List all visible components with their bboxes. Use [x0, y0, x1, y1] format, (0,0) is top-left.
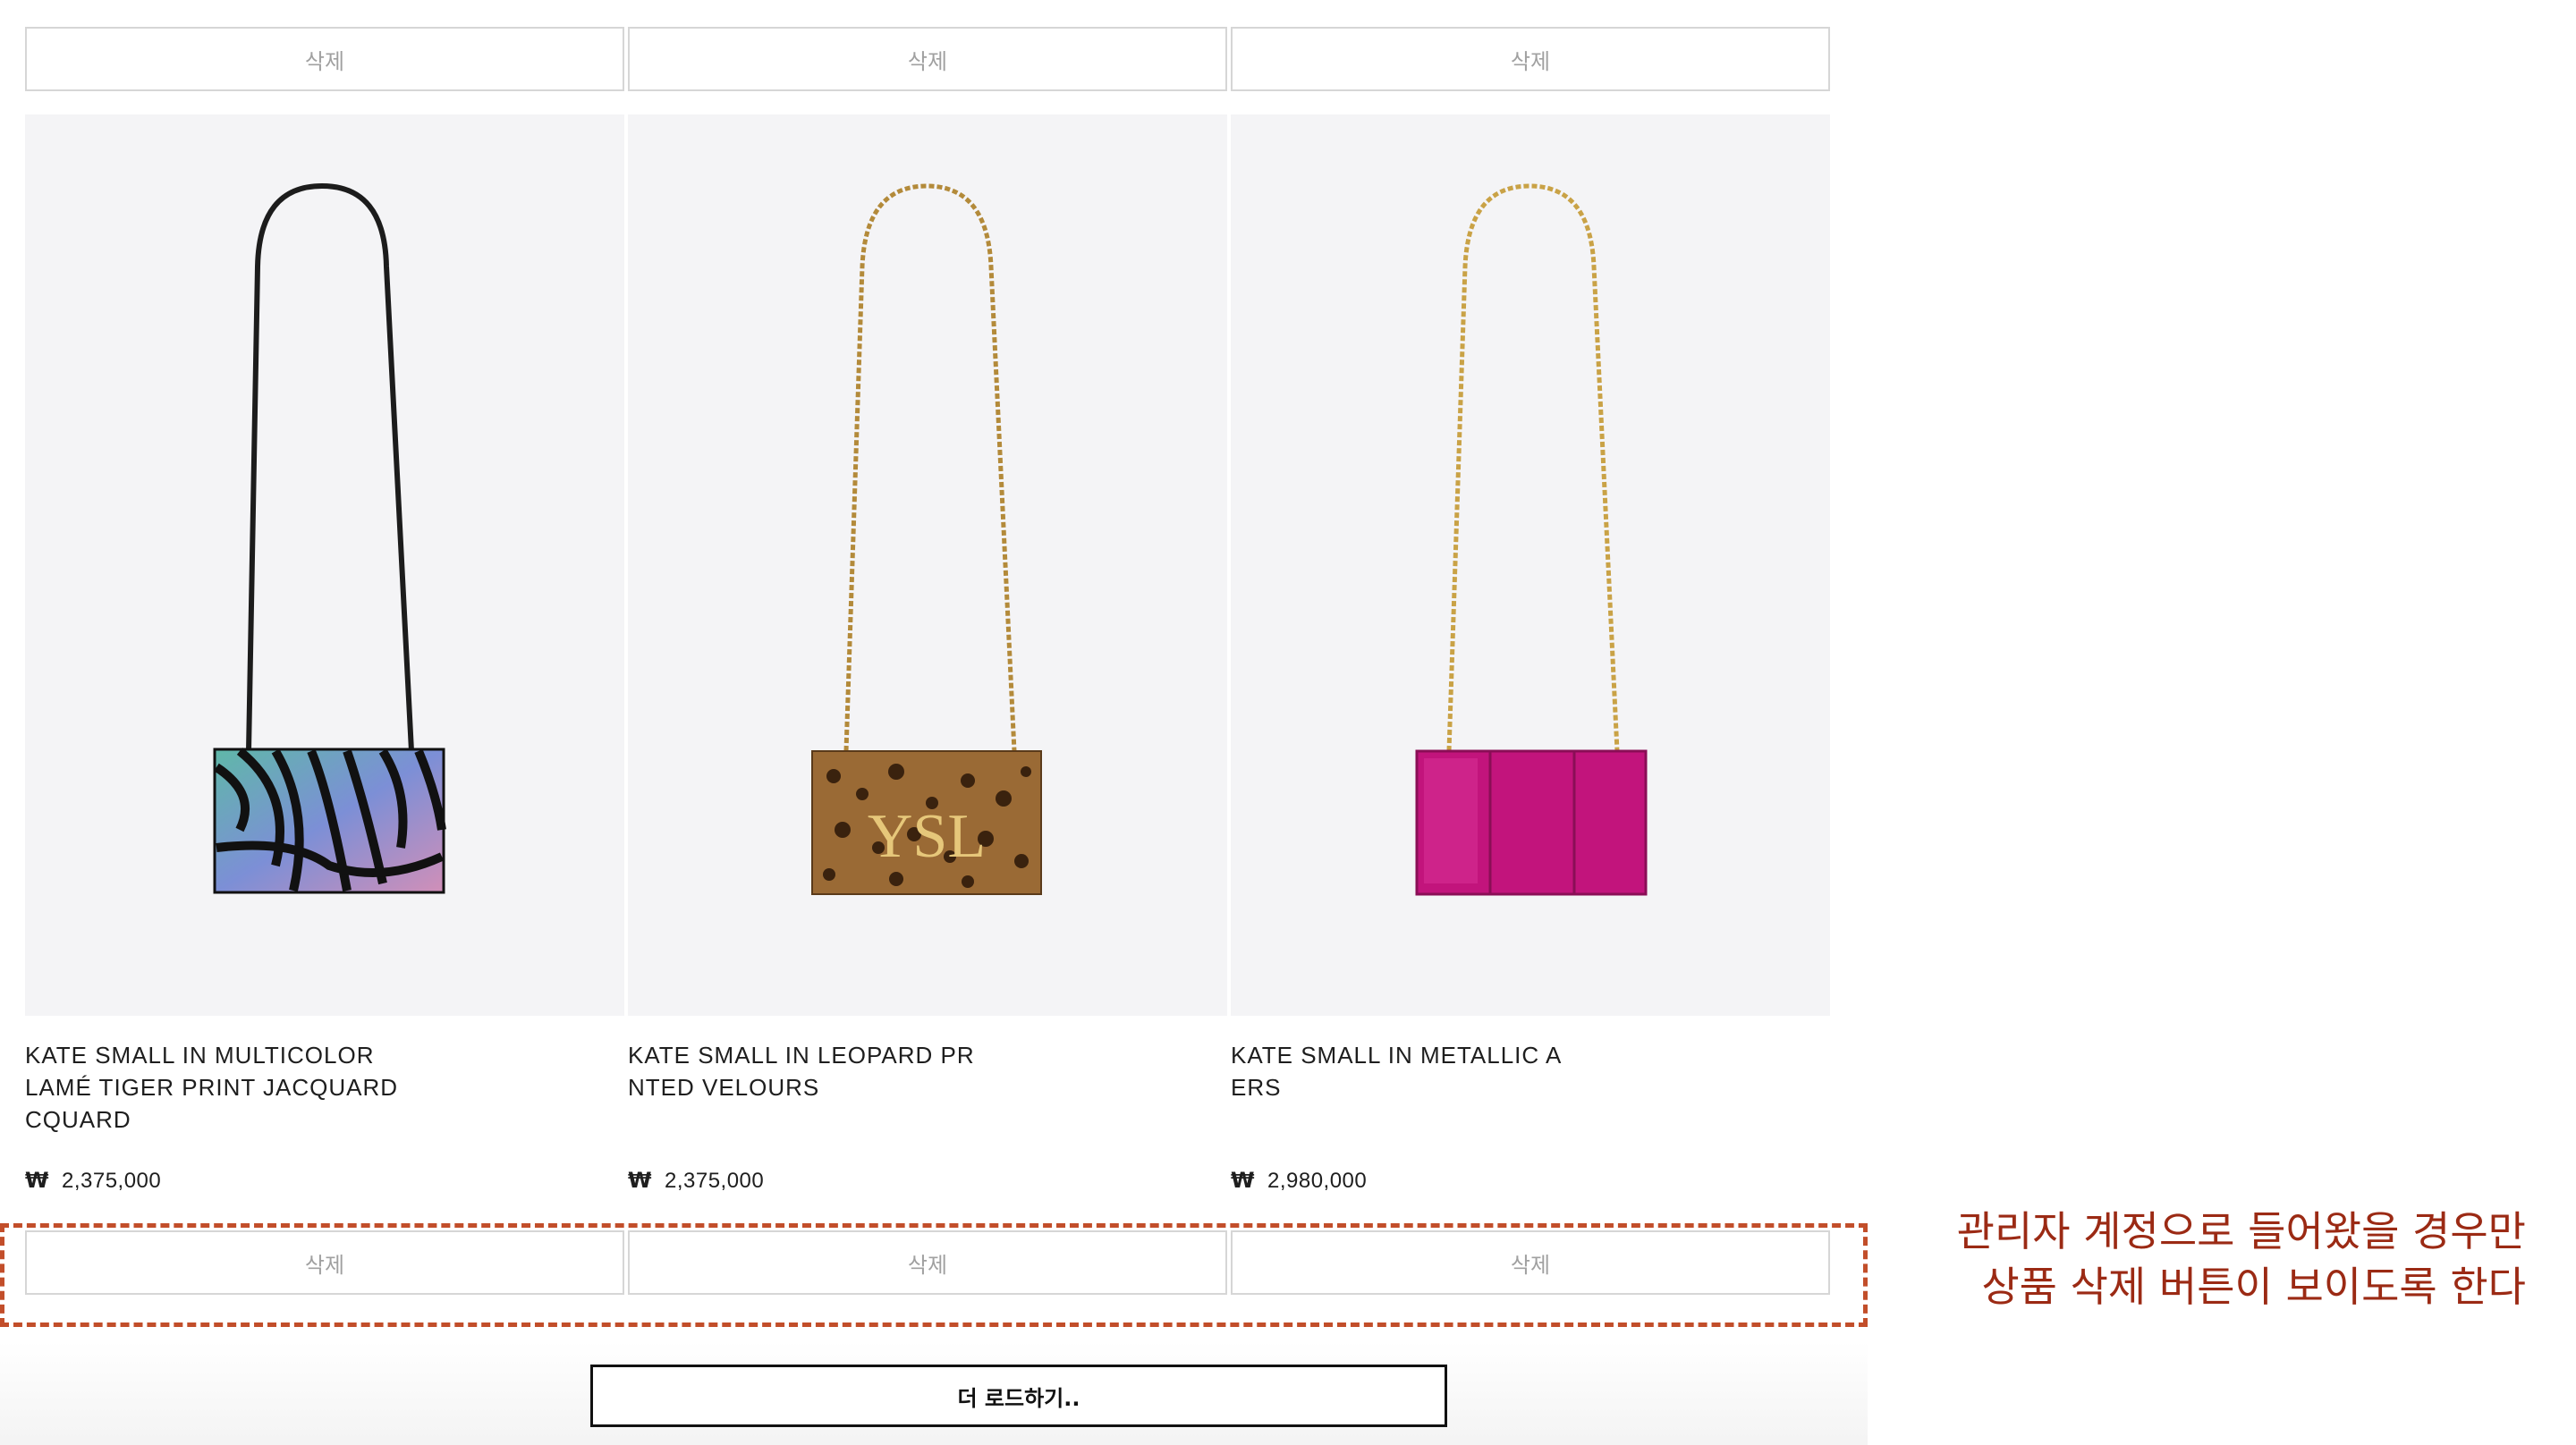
- product-image-metallic-pink[interactable]: [1231, 114, 1830, 1016]
- product-title-line: KATE SMALL IN LEOPARD PR: [628, 1042, 975, 1069]
- annotation-line-1: 관리자 계정으로 들어왔을 경우만: [1956, 1207, 2526, 1255]
- product-price-1: ₩2,375,000: [25, 1168, 161, 1194]
- product-title-3[interactable]: KATE SMALL IN METALLIC A ERS: [1231, 1039, 1830, 1103]
- product-title-1[interactable]: KATE SMALL IN MULTICOLOR LAMÉ TIGER PRIN…: [25, 1039, 624, 1136]
- delete-button-top-1[interactable]: 삭제: [25, 27, 624, 91]
- delete-button-top-2[interactable]: 삭제: [628, 27, 1227, 91]
- delete-button-bottom-1[interactable]: 삭제: [25, 1230, 624, 1295]
- product-price-2: ₩2,375,000: [628, 1168, 764, 1194]
- price-value: 2,375,000: [61, 1169, 162, 1193]
- delete-button-bottom-2[interactable]: 삭제: [628, 1230, 1227, 1295]
- product-title-line: CQUARD: [25, 1106, 131, 1133]
- product-title-line: KATE SMALL IN METALLIC A: [1231, 1042, 1563, 1069]
- bag-tiger-icon: [213, 182, 446, 894]
- annotation-line-2: 상품 삭제 버튼이 보이도록 한다: [1981, 1263, 2526, 1311]
- currency-symbol: ₩: [628, 1168, 652, 1193]
- bag-leopard-icon: YSL: [811, 183, 1042, 895]
- product-title-line: NTED VELOURS: [628, 1074, 820, 1101]
- delete-button-top-3[interactable]: 삭제: [1231, 27, 1830, 91]
- svg-text:YSL: YSL: [868, 802, 986, 871]
- product-title-line: KATE SMALL IN MULTICOLOR: [25, 1042, 375, 1069]
- product-image-leopard[interactable]: YSL: [628, 114, 1227, 1016]
- product-title-line: ERS: [1231, 1074, 1282, 1101]
- product-title-2[interactable]: KATE SMALL IN LEOPARD PR NTED VELOURS: [628, 1039, 1227, 1103]
- delete-button-bottom-3[interactable]: 삭제: [1231, 1230, 1830, 1295]
- annotation-note: 관리자 계정으로 들어왔을 경우만 상품 삭제 버튼이 보이도록 한다: [1957, 1204, 2526, 1314]
- product-price-3: ₩2,980,000: [1231, 1168, 1367, 1194]
- price-value: 2,375,000: [664, 1169, 765, 1193]
- bag-pink-icon: [1415, 183, 1648, 896]
- currency-symbol: ₩: [1231, 1168, 1255, 1193]
- product-title-line: LAMÉ TIGER PRINT JACQUARD: [25, 1074, 398, 1101]
- currency-symbol: ₩: [25, 1168, 49, 1193]
- product-image-multicolor-tiger[interactable]: [25, 114, 624, 1016]
- price-value: 2,980,000: [1267, 1169, 1368, 1193]
- product-list-page: 삭제 삭제 삭제 YSL KATE SMALL IN MULTICOLOR LA…: [0, 0, 2576, 1445]
- load-more-button[interactable]: 더 로드하기..: [590, 1365, 1447, 1427]
